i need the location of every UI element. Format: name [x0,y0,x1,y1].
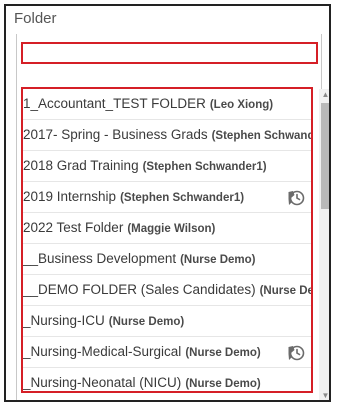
folder-name: __Business Development [23,251,177,266]
folder-owner: (Nurse Demo) [185,378,261,390]
folder-list-item[interactable]: 2022 Test Folder (Maggie Wilson) [21,213,311,244]
folder-name: _Nursing-Medical-Surgical [23,344,182,359]
folder-dropdown: 1_Accountant_TEST FOLDER (Leo Xiong) 2017-… [16,34,329,400]
scroll-up-arrow-icon[interactable]: ▲ [319,89,329,101]
folder-owner: (Leo Xiong) [209,99,274,111]
folder-list-item[interactable]: 2017- Spring - Business Grads (Stephen Sc… [21,120,311,151]
shared-history-icon [287,188,305,206]
folder-owner: (Nurse Demo) [259,285,311,297]
folder-owner: (Stephen Schwander1) [142,161,267,173]
folder-owner: (Stephen Schwander1) [120,192,245,204]
folder-name: 2017- Spring - Business Grads [23,127,208,142]
scroll-down-arrow-icon[interactable]: ▼ [319,390,329,400]
folder-name: 1_Accountant_TEST FOLDER [23,96,206,111]
folder-name: __DEMO FOLDER (Sales Candidates) [23,282,256,297]
shared-history-icon [287,343,305,361]
folder-name: 2022 Test Folder [23,220,124,235]
folder-list-item[interactable]: _Nursing-Neonatal (NICU) (Nurse Demo) [21,368,311,391]
folder-owner: (Nurse Demo) [180,254,256,266]
folder-select-panel: Folder 1_Accountant_TEST FOLDER (Leo Xion… [4,4,331,402]
folder-name: 2018 Grad Training [23,158,139,173]
folder-list: 1_Accountant_TEST FOLDER (Leo Xiong) 2017-… [21,89,311,391]
folder-list-item[interactable]: 2018 Grad Training (Stephen Schwander1) [21,151,311,182]
folder-list-item[interactable]: _Nursing-ICU (Nurse Demo) [21,306,311,337]
folder-owner: (Stephen Schwander1) [211,130,311,142]
folder-owner: (Maggie Wilson) [127,223,216,235]
folder-owner: (Nurse Demo) [108,316,185,328]
folder-list-item[interactable]: _Nursing-Medical-Surgical (Nurse Demo) [21,337,311,368]
folder-name: _Nursing-Neonatal (NICU) [23,375,182,390]
vertical-scrollbar[interactable]: ▲ ▼ [319,89,329,400]
folder-name: _Nursing-ICU [23,313,105,328]
folder-label: Folder [14,10,57,27]
folder-owner: (Nurse Demo) [185,347,261,359]
folder-list-item[interactable]: __Business Development (Nurse Demo) [21,244,311,275]
folder-list-item[interactable]: 1_Accountant_TEST FOLDER (Leo Xiong) [21,89,311,120]
folder-list-item[interactable]: 2019 Internship (Stephen Schwander1) [21,182,311,213]
folder-search-input[interactable] [21,42,318,64]
scroll-thumb[interactable] [321,103,329,209]
folder-name: 2019 Internship [23,189,117,204]
folder-list-item[interactable]: __DEMO FOLDER (Sales Candidates) (Nurse D… [21,275,311,306]
